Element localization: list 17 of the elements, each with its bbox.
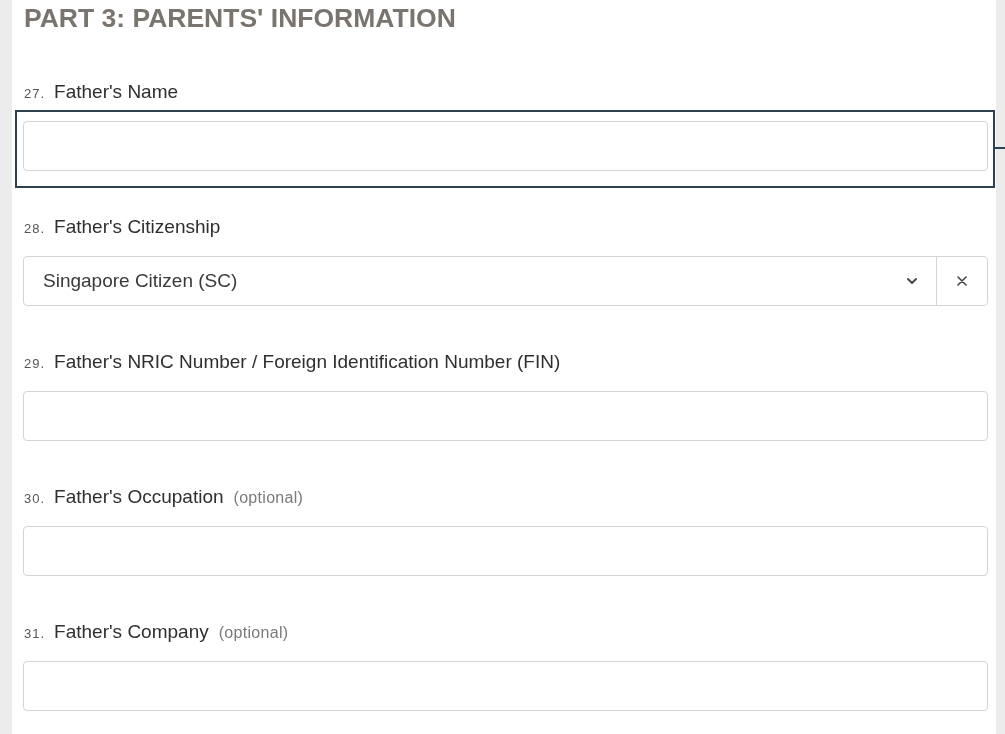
field-label: Father's Occupation xyxy=(54,486,224,508)
question-number: 29. xyxy=(24,355,46,373)
optional-note: (optional) xyxy=(218,623,289,643)
field-label: Father's Name xyxy=(54,81,179,103)
text-input-field[interactable] xyxy=(23,661,988,711)
text-input-field[interactable] xyxy=(23,391,988,441)
field-label: Father's Citizenship xyxy=(54,216,221,238)
section-title: PART 3: PARENTS' INFORMATION xyxy=(24,2,457,34)
field-label: Father's Company xyxy=(54,621,209,643)
question-number: 30. xyxy=(24,490,46,508)
question-number: 31. xyxy=(24,625,46,643)
text-input-field[interactable] xyxy=(23,121,988,171)
text-input-field[interactable] xyxy=(23,526,988,576)
field-label: Father's NRIC Number / Foreign Identification Number (FIN) xyxy=(54,351,561,373)
question-number: 27. xyxy=(24,85,46,103)
question-number: 28. xyxy=(24,220,46,238)
optional-note: (optional) xyxy=(233,488,304,508)
